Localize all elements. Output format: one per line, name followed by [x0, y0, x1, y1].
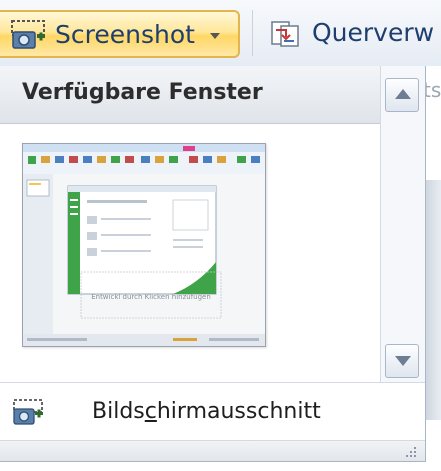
- screenshot-dropdown: Verfügbare Fenster Entwickl durch Klicke…: [0, 66, 426, 462]
- screenshot-button-label: Screenshot: [55, 20, 195, 49]
- available-window-thumbnail[interactable]: Entwickl durch Klicken hinzufügen: [22, 143, 266, 347]
- cross-reference-button[interactable]: Querverw: [256, 10, 441, 58]
- triangle-up-icon: [395, 89, 411, 99]
- dropdown-resize-bar[interactable]: [0, 440, 425, 461]
- thumbnail-placeholder-text: Entwickl durch Klicken hinzufügen: [91, 293, 211, 301]
- ribbon: Screenshot Querverw: [0, 0, 441, 66]
- menu-separator: [0, 382, 425, 383]
- scroll-down-button[interactable]: [385, 344, 419, 378]
- background-document-edge: [426, 180, 441, 420]
- screen-clipping-menu-item[interactable]: Bildschirmausschnitt: [0, 384, 425, 440]
- gallery-scrollbar[interactable]: [380, 66, 425, 382]
- window-preview-image: Entwickl durch Klicken hinzufügen: [23, 144, 265, 346]
- screen-clipping-label: Bildschirmausschnitt: [92, 398, 321, 426]
- screen-clipping-label-part: hirmausschnitt: [156, 399, 321, 424]
- cross-reference-icon: [271, 21, 299, 47]
- triangle-down-icon: [395, 356, 411, 366]
- gallery-header: Verfügbare Fenster: [0, 66, 380, 124]
- chevron-down-icon: [210, 33, 220, 39]
- screen-clipping-icon: [13, 399, 43, 425]
- camera-screenshot-icon: [11, 20, 45, 49]
- resize-grip-icon[interactable]: [405, 446, 417, 458]
- ribbon-separator: [252, 10, 253, 56]
- cross-reference-label: Querverw: [312, 18, 435, 47]
- screen-clipping-label-part: Bilds: [92, 399, 145, 424]
- screenshot-button[interactable]: Screenshot: [0, 10, 240, 58]
- screen-clipping-accelerator: c: [144, 399, 157, 424]
- gallery-title: Verfügbare Fenster: [22, 80, 263, 105]
- scroll-up-button[interactable]: [385, 78, 419, 112]
